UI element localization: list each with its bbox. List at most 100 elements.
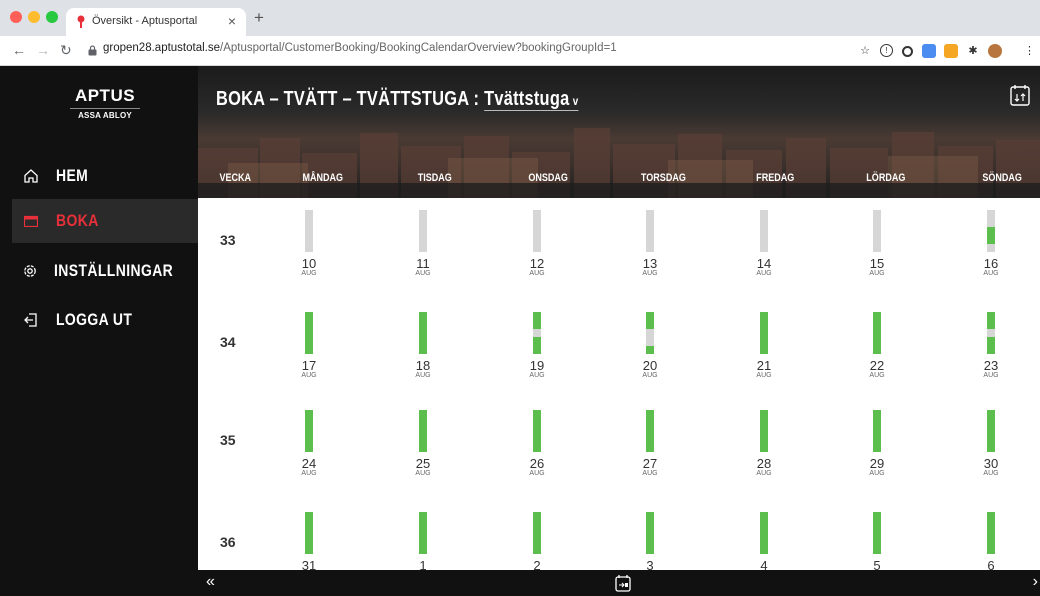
extension-2-icon[interactable]: [902, 46, 913, 57]
calendar-icon: [22, 212, 40, 230]
availability-bar: [873, 512, 881, 554]
day-cell[interactable]: 23 AUG: [971, 312, 1011, 388]
day-number: 27: [642, 456, 658, 471]
new-tab-button[interactable]: +: [254, 9, 264, 26]
sidebar: APTUS ASSA ABLOY HEM BOKA INSTÄLLNINGAR …: [0, 66, 198, 596]
available-segment: [987, 312, 995, 329]
day-header-sunday: SÖNDAG: [982, 172, 1022, 184]
availability-bar: [419, 512, 427, 554]
day-month: AUG: [301, 372, 317, 379]
day-cell[interactable]: 31: [289, 512, 329, 570]
availability-bar: [760, 410, 768, 452]
day-cell[interactable]: 28 AUG: [744, 410, 784, 486]
profile-avatar[interactable]: [988, 44, 1002, 58]
sidebar-item-boka[interactable]: BOKA: [12, 199, 198, 243]
page-title-prefix: BOKA – TVÄTT – TVÄTTSTUGA :: [216, 88, 485, 110]
laundry-room-select[interactable]: Tvättstuga v: [484, 88, 579, 111]
day-month: AUG: [756, 270, 772, 277]
available-segment: [646, 512, 654, 554]
day-number: 20: [642, 358, 658, 373]
extensions-puzzle-icon[interactable]: ✱: [966, 44, 980, 58]
day-header-thursday: TORSDAG: [640, 172, 686, 184]
extension-3-icon[interactable]: [922, 44, 936, 58]
available-segment: [873, 512, 881, 554]
minimize-window-button[interactable]: [28, 11, 40, 23]
availability-bar: [760, 312, 768, 354]
available-segment: [533, 410, 541, 452]
extension-1-icon[interactable]: !: [880, 44, 893, 57]
sidebar-item-label: HEM: [56, 166, 89, 185]
day-cell[interactable]: 20 AUG: [630, 312, 670, 388]
day-cell[interactable]: 3: [630, 512, 670, 570]
availability-bar: [419, 410, 427, 452]
day-cell[interactable]: 29 AUG: [857, 410, 897, 486]
today-calendar-icon[interactable]: [615, 574, 631, 592]
day-number: 11: [416, 256, 430, 271]
available-segment: [419, 410, 427, 452]
day-number: 6: [987, 558, 995, 570]
maximize-window-button[interactable]: [46, 11, 58, 23]
sidebar-item-logga-ut[interactable]: LOGGA UT: [12, 298, 198, 342]
bookmark-star-icon[interactable]: ☆: [858, 44, 872, 58]
day-cell[interactable]: 25 AUG: [403, 410, 443, 486]
availability-bar: [873, 312, 881, 354]
day-month: AUG: [301, 470, 317, 477]
calendar-sync-icon[interactable]: [1010, 84, 1030, 106]
day-number: 5: [873, 558, 881, 570]
page-title: BOKA – TVÄTT – TVÄTTSTUGA : Tvättstuga v: [216, 88, 579, 111]
day-cell[interactable]: 18 AUG: [403, 312, 443, 388]
day-cell[interactable]: 12 AUG: [517, 210, 557, 286]
day-cell[interactable]: 6: [971, 512, 1011, 570]
availability-bar: [646, 312, 654, 354]
day-number: 16: [983, 256, 999, 271]
day-month: AUG: [983, 372, 999, 379]
reload-button[interactable]: ↻: [60, 43, 72, 57]
aptus-logo[interactable]: APTUS ASSA ABLOY: [70, 86, 140, 120]
home-icon: [22, 167, 40, 185]
tab-close-icon[interactable]: ×: [228, 13, 236, 29]
day-cell[interactable]: 15 AUG: [857, 210, 897, 286]
sidebar-item-hem[interactable]: HEM: [12, 154, 198, 198]
browser-tab[interactable]: Översikt - Aptusportal ×: [66, 8, 246, 36]
day-cell[interactable]: 14 AUG: [744, 210, 784, 286]
day-month: AUG: [869, 372, 885, 379]
day-cell[interactable]: 22 AUG: [857, 312, 897, 388]
browser-menu-icon[interactable]: ⋮: [1024, 44, 1035, 58]
close-window-button[interactable]: [10, 11, 22, 23]
day-number: 1: [419, 558, 427, 570]
day-cell[interactable]: 21 AUG: [744, 312, 784, 388]
forward-button[interactable]: →: [36, 43, 50, 57]
available-segment: [419, 312, 427, 354]
available-segment: [760, 410, 768, 452]
availability-bar: [533, 312, 541, 354]
day-number: 29: [869, 456, 885, 471]
extension-4-icon[interactable]: [944, 44, 958, 58]
day-cell[interactable]: 17 AUG: [289, 312, 329, 388]
availability-bar: [987, 512, 995, 554]
sidebar-item-installningar[interactable]: INSTÄLLNINGAR: [12, 249, 198, 293]
day-cell[interactable]: 30 AUG: [971, 410, 1011, 486]
available-segment: [873, 312, 881, 354]
day-cell[interactable]: 16 AUG: [971, 210, 1011, 286]
next-weeks-button[interactable]: ›: [1033, 574, 1038, 590]
day-month: AUG: [756, 372, 772, 379]
day-number: 2: [533, 558, 541, 570]
weekday-header-row: VECKA MÅNDAG TISDAG ONSDAG TORSDAG FREDA…: [198, 172, 1040, 196]
day-cell[interactable]: 2: [517, 512, 557, 570]
day-cell[interactable]: 19 AUG: [517, 312, 557, 388]
day-cell[interactable]: 10 AUG: [289, 210, 329, 286]
day-cell[interactable]: 24 AUG: [289, 410, 329, 486]
day-cell[interactable]: 4: [744, 512, 784, 570]
previous-weeks-button[interactable]: «: [206, 574, 215, 590]
back-button[interactable]: ←: [12, 43, 26, 57]
availability-bar: [305, 512, 313, 554]
day-cell[interactable]: 26 AUG: [517, 410, 557, 486]
day-cell[interactable]: 27 AUG: [630, 410, 670, 486]
availability-bar: [419, 312, 427, 354]
availability-bar: [646, 410, 654, 452]
day-cell[interactable]: 11 AUG: [403, 210, 443, 286]
day-cell[interactable]: 13 AUG: [630, 210, 670, 286]
day-cell[interactable]: 5: [857, 512, 897, 570]
day-number: 26: [529, 456, 545, 471]
day-cell[interactable]: 1: [403, 512, 443, 570]
